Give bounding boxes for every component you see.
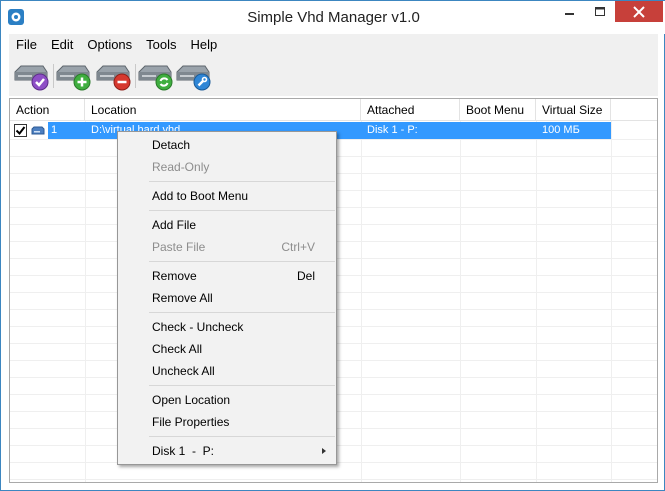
toolbar-separator <box>135 64 136 88</box>
remove-disk-button[interactable] <box>95 60 131 92</box>
disk-settings-button[interactable] <box>175 60 211 92</box>
disk-refresh-icon <box>138 65 173 91</box>
menu-item-paste-file[interactable]: Paste File Ctrl+V <box>120 236 334 258</box>
minimize-icon <box>565 12 574 15</box>
menu-item-open-location[interactable]: Open Location <box>120 389 334 411</box>
column-header-boot-menu[interactable]: Boot Menu <box>460 99 536 121</box>
menu-separator <box>149 385 335 386</box>
row-checkbox[interactable] <box>14 124 27 137</box>
disk-remove-icon <box>96 65 131 91</box>
menu-item-file-properties[interactable]: File Properties <box>120 411 334 433</box>
column-header-attached[interactable]: Attached <box>361 99 460 121</box>
window-frame: Simple Vhd Manager v1.0 File Edit Option… <box>0 0 665 491</box>
shortcut-label: Del <box>296 269 315 283</box>
disk-check-icon <box>14 65 49 91</box>
menu-item-label: Paste File <box>152 240 206 254</box>
menu-item-check-uncheck[interactable]: Check - Uncheck <box>120 316 334 338</box>
menu-options[interactable]: Options <box>80 37 139 52</box>
menu-separator <box>149 261 335 262</box>
menu-tools[interactable]: Tools <box>139 37 183 52</box>
checkmark-icon <box>15 126 26 136</box>
row-number: 1 <box>48 122 85 139</box>
attach-disk-button[interactable] <box>13 60 49 92</box>
menu-item-add-to-boot-menu[interactable]: Add to Boot Menu <box>120 185 334 207</box>
menu-item-detach[interactable]: Detach <box>120 134 334 156</box>
close-icon <box>633 5 645 18</box>
column-header-virtual-size[interactable]: Virtual Size <box>536 99 611 121</box>
refresh-disk-button[interactable] <box>137 60 173 92</box>
menu-item-uncheck-all[interactable]: Uncheck All <box>120 360 334 382</box>
menu-separator <box>149 436 335 437</box>
toolbar <box>9 54 658 96</box>
cell-virtual-size: 100 МБ <box>536 122 611 139</box>
column-header-location[interactable]: Location <box>85 99 361 121</box>
close-button[interactable] <box>615 1 663 22</box>
maximize-button[interactable] <box>586 1 614 22</box>
disk-add-icon <box>56 65 91 91</box>
column-header-action[interactable]: Action <box>10 99 85 121</box>
submenu-arrow-icon <box>322 448 326 454</box>
list-header: Action Location Attached Boot Menu Virtu… <box>10 99 657 121</box>
menu-item-disk-submenu[interactable]: Disk 1 - P: <box>120 440 334 462</box>
title-bar[interactable]: Simple Vhd Manager v1.0 <box>1 1 665 34</box>
shortcut-label: Ctrl+V <box>281 240 315 254</box>
minimize-button[interactable] <box>556 1 584 22</box>
context-menu: Detach Read-Only Add to Boot Menu Add Fi… <box>117 131 337 465</box>
menu-item-label: Disk 1 - P: <box>152 444 215 458</box>
disk-wrench-icon <box>176 65 211 91</box>
menu-separator <box>149 181 335 182</box>
add-disk-button[interactable] <box>55 60 91 92</box>
disk-icon <box>31 126 45 135</box>
toolbar-separator <box>53 64 54 88</box>
cell-boot-menu <box>460 122 536 139</box>
menu-file[interactable]: File <box>9 37 44 52</box>
menu-item-remove[interactable]: Remove Del <box>120 265 334 287</box>
menu-item-read-only[interactable]: Read-Only <box>120 156 334 178</box>
app-window: Simple Vhd Manager v1.0 File Edit Option… <box>0 0 665 491</box>
menu-item-check-all[interactable]: Check All <box>120 338 334 360</box>
menu-edit[interactable]: Edit <box>44 37 80 52</box>
menu-bar: File Edit Options Tools Help <box>9 34 658 54</box>
grid-line <box>10 479 657 480</box>
menu-separator <box>149 312 335 313</box>
menu-separator <box>149 210 335 211</box>
cell-attached: Disk 1 - P: <box>361 122 460 139</box>
menu-item-label: Remove <box>152 269 197 283</box>
maximize-icon <box>595 6 605 16</box>
menu-item-add-file[interactable]: Add File <box>120 214 334 236</box>
menu-help[interactable]: Help <box>184 37 225 52</box>
menu-item-remove-all[interactable]: Remove All <box>120 287 334 309</box>
